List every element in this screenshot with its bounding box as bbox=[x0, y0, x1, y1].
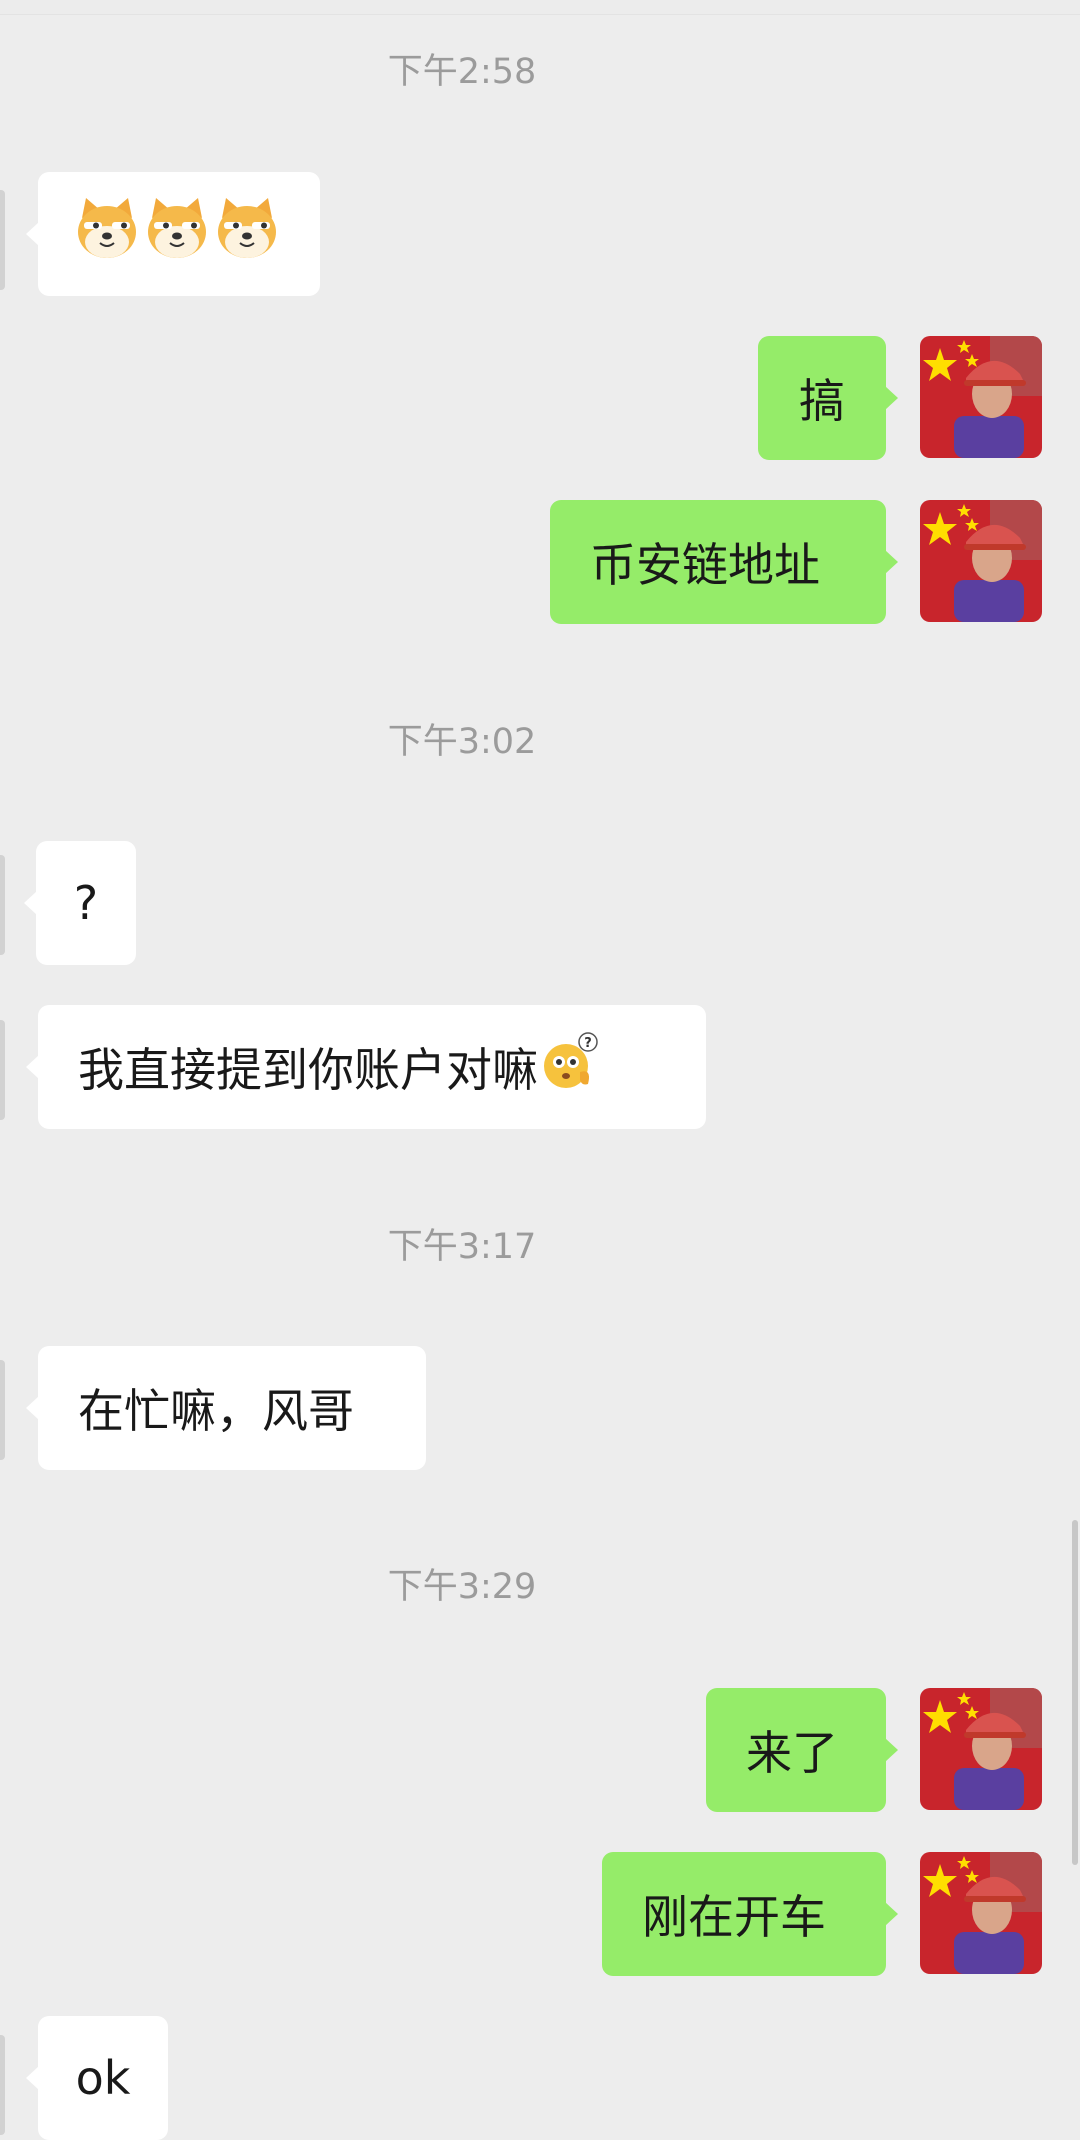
message-bubble-incoming[interactable]: 在忙嘛，风哥 bbox=[26, 1346, 426, 1470]
bubble-tail bbox=[26, 2066, 39, 2090]
sender-avatar-edge[interactable] bbox=[0, 1020, 5, 1120]
message-text: 来了 bbox=[746, 1726, 838, 1780]
bubble-tail bbox=[885, 550, 898, 574]
message-text: 在忙嘛，风哥 bbox=[78, 1384, 354, 1438]
bubble-tail bbox=[24, 891, 37, 915]
doge-emoji-icon bbox=[144, 196, 210, 273]
avatar-red-cap-flag-icon bbox=[920, 500, 1042, 622]
message-bubble-incoming[interactable]: ? bbox=[24, 841, 136, 965]
message-text: 我直接提到你账户对嘛 bbox=[78, 1043, 538, 1097]
timestamp: 下午3:29 bbox=[387, 1567, 537, 1607]
avatar-red-cap-flag-icon bbox=[920, 1852, 1042, 1974]
message-text: 币安链地址 bbox=[590, 538, 820, 592]
scrollbar[interactable] bbox=[1072, 1520, 1078, 1865]
message-text: 搞 bbox=[799, 374, 845, 428]
my-avatar[interactable] bbox=[920, 1852, 1042, 1974]
message-bubble-incoming[interactable]: ok bbox=[26, 2016, 168, 2140]
top-divider bbox=[0, 0, 1080, 15]
message-text: ? bbox=[73, 876, 99, 930]
avatar-red-cap-flag-icon bbox=[920, 1688, 1042, 1810]
message-text: 刚在开车 bbox=[642, 1890, 826, 1944]
sender-avatar-edge[interactable] bbox=[0, 2035, 5, 2135]
message-bubble-outgoing[interactable]: 刚在开车 bbox=[602, 1852, 898, 1976]
my-avatar[interactable] bbox=[920, 500, 1042, 622]
timestamp: 下午3:17 bbox=[387, 1227, 537, 1267]
bubble-tail bbox=[885, 1902, 898, 1926]
svg-text:?: ? bbox=[584, 1036, 592, 1051]
my-avatar[interactable] bbox=[920, 336, 1042, 458]
confused-question-emoji-icon: ? bbox=[540, 1031, 600, 1103]
bubble-tail bbox=[26, 222, 39, 246]
timestamp: 下午3:02 bbox=[387, 722, 537, 762]
doge-emoji-icon bbox=[74, 196, 140, 273]
avatar-red-cap-flag-icon bbox=[920, 336, 1042, 458]
sender-avatar-edge[interactable] bbox=[0, 190, 5, 290]
bubble-tail bbox=[885, 1738, 898, 1762]
timestamp: 下午2:58 bbox=[387, 52, 537, 92]
message-bubble-outgoing[interactable]: 搞 bbox=[758, 336, 898, 460]
sender-avatar-edge[interactable] bbox=[0, 1360, 5, 1460]
bubble-tail bbox=[26, 1396, 39, 1420]
message-text: ok bbox=[75, 2051, 131, 2105]
message-bubble-outgoing[interactable]: 币安链地址 bbox=[550, 500, 898, 624]
sender-avatar-edge[interactable] bbox=[0, 855, 5, 955]
bubble-tail bbox=[885, 386, 898, 410]
message-bubble-incoming[interactable]: 我直接提到你账户对嘛 ? bbox=[26, 1005, 706, 1129]
bubble-tail bbox=[26, 1055, 39, 1079]
doge-emoji-icon bbox=[214, 196, 280, 273]
message-bubble-outgoing[interactable]: 来了 bbox=[706, 1688, 898, 1812]
my-avatar[interactable] bbox=[920, 1688, 1042, 1810]
message-bubble-incoming[interactable] bbox=[26, 172, 320, 296]
